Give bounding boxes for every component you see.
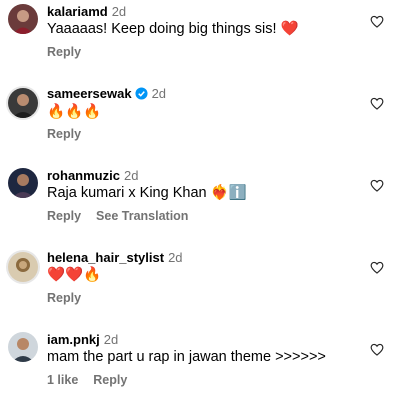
avatar[interactable] [8,168,38,198]
reply-button[interactable]: Reply [47,209,81,223]
comment-text: ❤️❤️🔥 [47,267,102,283]
timestamp: 2d [151,86,167,101]
comment-header: kalariamd 2d [47,4,126,20]
avatar[interactable] [6,86,40,120]
heart-outline-icon[interactable] [370,97,384,110]
heart-outline-icon[interactable] [370,261,384,274]
comment-text: 🔥🔥🔥 [47,104,102,120]
timestamp: 2d [123,168,139,183]
username[interactable]: kalariamd [47,4,108,19]
avatar[interactable] [8,332,38,362]
timestamp: 2d [111,4,127,19]
username[interactable]: rohanmuzic [47,168,120,183]
avatar[interactable] [6,250,40,284]
heart-outline-icon[interactable] [370,15,384,28]
username[interactable]: sameersewak [47,86,132,101]
comment-actions: Reply See Translation [47,208,188,224]
reply-button[interactable]: Reply [93,373,127,387]
comment-actions: 1 like Reply [47,372,127,388]
comment-actions: Reply [47,290,81,306]
comment-actions: Reply [47,126,81,142]
like-count[interactable]: 1 like [47,373,78,387]
timestamp: 2d [103,332,119,347]
comment-header: sameersewak 2d [47,86,166,102]
reply-button[interactable]: Reply [47,127,81,141]
comment-actions: Reply [47,44,81,60]
avatar[interactable] [8,4,38,34]
comment-header: iam.pnkj 2d [47,332,118,348]
username[interactable]: helena_hair_stylist [47,250,164,265]
comment-text: Yaaaaas! Keep doing big things sis! ❤️ [47,21,299,37]
verified-badge-icon [135,87,148,100]
see-translation-button[interactable]: See Translation [96,209,188,223]
timestamp: 2d [168,250,183,265]
comment-header: rohanmuzic 2d [47,168,138,184]
comment-text: mam the part u rap in jawan theme >>>>>> [47,349,326,365]
reply-button[interactable]: Reply [47,45,81,59]
comment-header: helena_hair_stylist 2d [47,250,183,266]
comment-text: Raja kumari x King Khan ❤️‍🔥ℹ️ [47,185,247,201]
reply-button[interactable]: Reply [47,291,81,305]
username[interactable]: iam.pnkj [47,332,100,347]
heart-outline-icon[interactable] [370,343,384,356]
heart-outline-icon[interactable] [370,179,384,192]
